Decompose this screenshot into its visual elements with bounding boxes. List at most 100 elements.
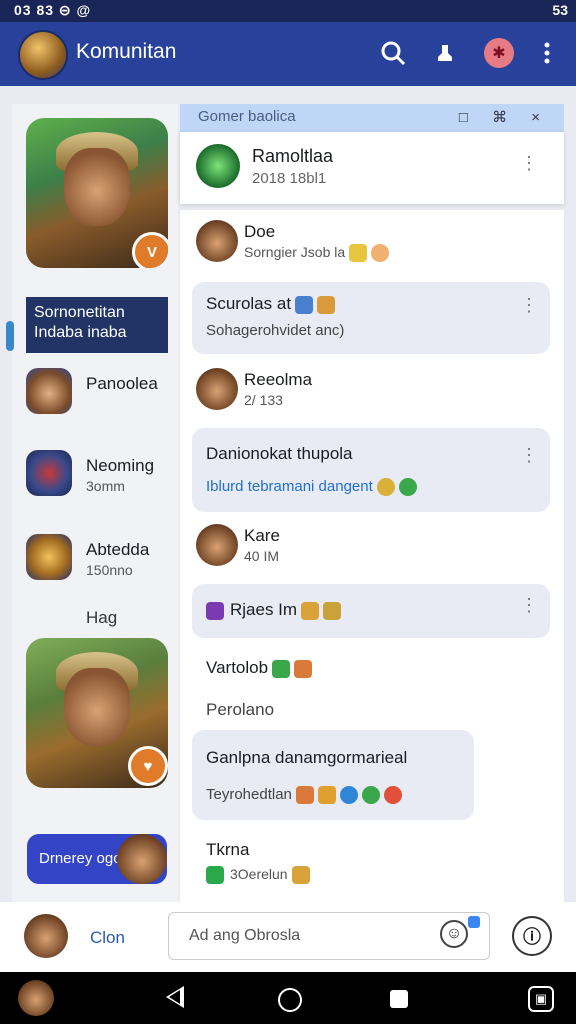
thread-header[interactable]: Ramoltlaa 2018 18bl1 ⋮: [180, 132, 564, 204]
thread-name: Ramoltlaa: [252, 146, 334, 166]
system-nav-bar: ▣: [0, 972, 576, 1024]
avatar: [26, 450, 72, 496]
app-title: Komunitan: [76, 40, 177, 63]
bubble-title: Scurolas at: [206, 294, 336, 314]
coin-icon: [376, 478, 395, 497]
gem-icon: [206, 601, 224, 620]
message-time: 2/ 133: [244, 392, 283, 408]
back-icon[interactable]: [166, 986, 184, 1008]
chest-icon: [295, 786, 314, 805]
bubble-title: Danionokat thupola: [206, 444, 353, 463]
avatar: [196, 524, 238, 566]
play-icon: [206, 866, 224, 885]
featured-hero-card[interactable]: V: [26, 118, 168, 268]
thread-more-icon[interactable]: ⋮: [520, 154, 538, 172]
window-controls[interactable]: □ ⌘ ×: [459, 108, 550, 126]
emoji-icon[interactable]: ☺: [440, 920, 468, 948]
sidebar-item-abtedda[interactable]: Abtedda 150nno: [26, 532, 176, 584]
plain-message-title: Vartolob: [206, 658, 269, 677]
avatar: [196, 368, 238, 410]
user-avatar[interactable]: [24, 914, 68, 958]
bubble-link[interactable]: Iblurd tebramani dangent: [206, 478, 417, 497]
composer-bar: Clon ☺ ⓘ: [0, 902, 576, 972]
red-coin-icon: [383, 786, 402, 805]
message-bubble[interactable]: Scurolas at Sohagerohvidet anc) ⋮: [192, 282, 550, 354]
arrow-icon: [398, 478, 417, 497]
list-item[interactable]: Kare 40 IM: [194, 524, 546, 570]
star-icon: [317, 786, 336, 805]
hero-badge-icon: V: [132, 232, 168, 268]
overlay-header: Gomer baolica □ ⌘ ×: [180, 104, 564, 132]
message-time: 40 IM: [244, 548, 280, 564]
scroll-icon: [301, 601, 320, 620]
hero-mini-icon: [117, 834, 167, 884]
message-more-icon[interactable]: ⋮: [520, 596, 538, 614]
sender-name: Doe: [244, 222, 276, 241]
scroll-icon: [291, 866, 310, 885]
sender-name: Tkrna: [206, 840, 250, 859]
bubble-title: Rjaes Im: [206, 600, 342, 620]
overlay-title: Gomer baolica: [198, 108, 296, 125]
thread-avatar: [196, 144, 240, 188]
heart-badge-icon: ♥: [128, 746, 168, 786]
more-menu-icon[interactable]: [532, 38, 562, 68]
list-item[interactable]: Reeolma 2/ 133: [194, 368, 546, 414]
gem-icon: [349, 244, 368, 263]
sidebar-item-panoolea[interactable]: Panoolea: [26, 366, 176, 418]
selection-indicator: [6, 321, 14, 351]
message-more-icon[interactable]: ⋮: [520, 296, 538, 314]
message-bubble[interactable]: Rjaes Im ⋮: [192, 584, 550, 638]
info-icon[interactable]: ⓘ: [512, 916, 552, 956]
notification-dot: [468, 916, 480, 928]
bubble-subtitle: Sohagerohvidet anc): [206, 322, 345, 339]
account-icon[interactable]: [18, 980, 54, 1016]
thread-panel: Gomer baolica □ ⌘ × Ramoltlaa 2018 18bl1…: [180, 104, 564, 902]
leaf-icon: [272, 659, 291, 678]
search-icon[interactable]: [378, 38, 408, 68]
hero-face-illustration: [64, 148, 130, 226]
home-icon[interactable]: [278, 988, 302, 1012]
bubble-title: Ganlpna danamgormarieal: [206, 748, 408, 767]
app-shortcut-icon[interactable]: ▣: [528, 986, 554, 1012]
bubble-subtitle: Teyrohedtlan: [206, 786, 402, 805]
sidebar-banner[interactable]: Sornonetitan Indaba inaba: [26, 297, 168, 353]
list-item[interactable]: Tkrna 3Oerelun: [194, 838, 546, 885]
sender-name: Kare: [244, 526, 280, 545]
chest-icon: [317, 295, 336, 314]
sidebar-item-sub: 3omm: [86, 478, 125, 494]
message-preview: 3Oerelun: [206, 866, 310, 885]
composer-label[interactable]: Clon: [90, 928, 125, 948]
message-preview: Sorngier Jsob la: [244, 244, 390, 263]
list-item[interactable]: Doe Sorngier Jsob la: [194, 220, 546, 266]
sidebar-item-neoming[interactable]: Neoming 3omm: [26, 448, 176, 500]
avatar: [26, 534, 72, 580]
profile-avatar-button[interactable]: ✱: [484, 38, 514, 68]
app-bar: Komunitan ✱: [0, 22, 576, 86]
message-more-icon[interactable]: ⋮: [520, 446, 538, 464]
sidebar-section-label: Hag: [86, 608, 118, 627]
sidebar-item-sub: 150nno: [86, 562, 133, 578]
sidebar-item-label: Neoming: [86, 456, 155, 475]
community-sidebar: V Sornonetitan Indaba inaba Panoolea Neo…: [6, 104, 178, 902]
bell-icon[interactable]: [430, 38, 460, 68]
plain-message-sub: Perolano: [206, 700, 275, 719]
sidebar-action-button[interactable]: Drnerey ogol: [27, 834, 167, 884]
second-hero-card[interactable]: ♥: [26, 638, 168, 788]
green-coin-icon: [361, 786, 380, 805]
plain-message[interactable]: Vartolob: [206, 658, 313, 678]
message-bubble[interactable]: Ganlpna danamgormarieal Teyrohedtlan: [192, 730, 474, 820]
status-bar: 03 83 ⊝ @ 53: [0, 0, 576, 22]
avatar: [26, 368, 72, 414]
community-logo[interactable]: [18, 30, 68, 80]
profile-icon: ✱: [484, 38, 514, 68]
thread-subtitle: 2018 18bl1: [252, 170, 327, 187]
coin-icon: [371, 244, 390, 263]
message-bubble[interactable]: Danionokat thupola Iblurd tebramani dang…: [192, 428, 550, 512]
recents-icon[interactable]: [390, 990, 408, 1008]
status-right: 53: [552, 2, 568, 18]
sidebar-item-label: Panoolea: [86, 374, 158, 393]
sidebar-item-label: Abtedda: [86, 540, 150, 559]
chest-icon: [323, 601, 342, 620]
blue-coin-icon: [339, 786, 358, 805]
chest-icon: [294, 659, 313, 678]
